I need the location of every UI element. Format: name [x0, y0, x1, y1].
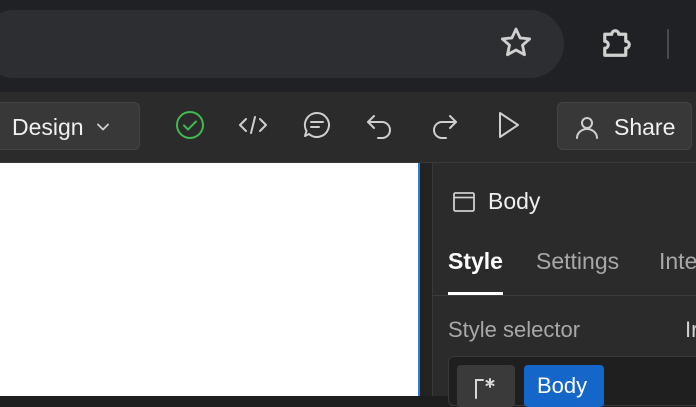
designer-toolbar: Design Share [0, 92, 696, 163]
tab-interactions[interactable]: Inte [659, 248, 696, 275]
check-circle-icon[interactable] [172, 107, 208, 143]
share-label: Share [614, 114, 676, 140]
puzzle-icon[interactable] [596, 22, 638, 64]
undo-icon[interactable] [362, 107, 398, 143]
global-selector-button[interactable] [457, 365, 515, 407]
body-element-icon [453, 192, 475, 212]
design-canvas[interactable] [0, 163, 420, 396]
mode-label: Design [12, 114, 84, 140]
panel-divider[interactable] [420, 163, 433, 396]
toolbar-divider [667, 29, 669, 59]
tab-settings[interactable]: Settings [536, 248, 619, 275]
global-selector-icon [475, 378, 495, 399]
user-icon [576, 117, 598, 139]
chevron-down-icon [97, 123, 109, 131]
selector-extra-text[interactable]: Ir [685, 317, 696, 343]
selector-chip-body[interactable]: Body [524, 365, 604, 407]
mode-dropdown[interactable]: Design [0, 102, 140, 150]
tab-style[interactable]: Style [448, 248, 503, 275]
style-selector-field[interactable]: Body [448, 356, 696, 407]
play-icon[interactable] [490, 107, 526, 143]
address-bar[interactable] [0, 10, 564, 78]
code-icon[interactable] [235, 107, 271, 143]
panel-separator [433, 295, 696, 296]
selector-chip-label: Body [537, 373, 588, 398]
browser-toolbar [0, 0, 696, 92]
style-selector-label: Style selector [448, 317, 581, 342]
share-button[interactable]: Share [557, 102, 692, 150]
selected-element-name: Body [488, 188, 541, 214]
comment-icon[interactable] [299, 107, 335, 143]
style-panel: Body Style Settings Inte Style selector … [433, 163, 696, 407]
star-icon[interactable] [497, 24, 535, 62]
redo-icon[interactable] [426, 107, 462, 143]
